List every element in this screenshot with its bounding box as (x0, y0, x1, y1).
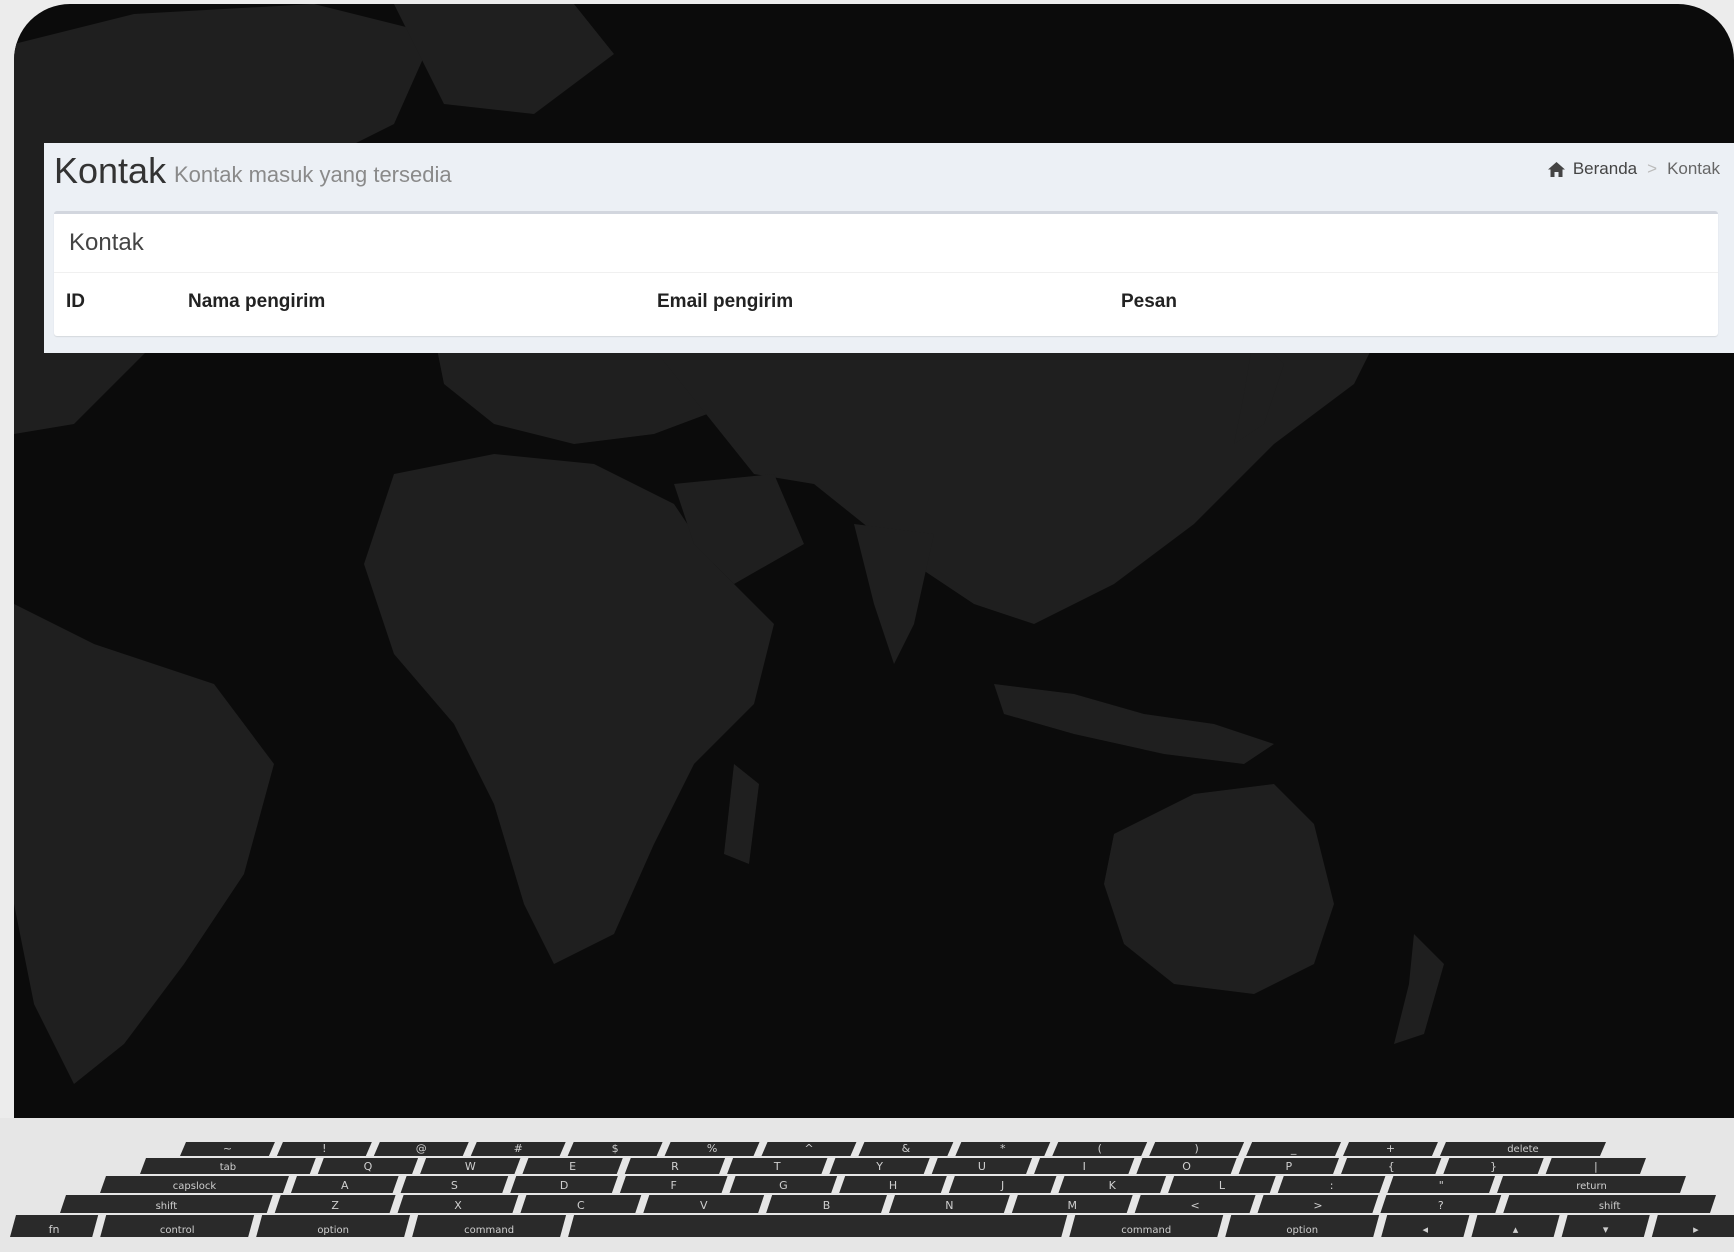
keyboard-key-label: J (1000, 1179, 1004, 1192)
keyboard-key-label: E (569, 1160, 576, 1173)
keyboard-key-label: M (1068, 1199, 1078, 1212)
keyboard-key-label: option (317, 1225, 349, 1236)
box-header: Kontak (54, 214, 1718, 273)
keyboard-key-label: * (1000, 1142, 1006, 1155)
breadcrumb: Beranda > Kontak (1547, 159, 1720, 179)
keyboard-key-label: B (823, 1199, 831, 1212)
map-greenland (394, 4, 614, 114)
keyboard-key-label: < (1191, 1199, 1200, 1212)
keyboard-key-label: W (465, 1160, 476, 1173)
contacts-table: ID Nama pengirim Email pengirim Pesan (54, 273, 1718, 331)
keyboard-key-label: A (341, 1179, 349, 1192)
keyboard-key-label: ▾ (1603, 1223, 1609, 1236)
keyboard-key-label: ◂ (1423, 1223, 1429, 1236)
keyboard-key-label: ▸ (1693, 1223, 1699, 1236)
keyboard-key-label: tab (220, 1162, 236, 1173)
keyboard-key-label: } (1490, 1160, 1497, 1173)
table-header-row: ID Nama pengirim Email pengirim Pesan (54, 273, 1718, 331)
keyboard-key-label: " (1439, 1179, 1444, 1192)
keyboard-key-label: delete (1507, 1144, 1539, 1155)
map-madagascar (724, 764, 759, 864)
keyboard-key-label: fn (49, 1223, 60, 1236)
keyboard-key (568, 1215, 1068, 1237)
keyboard-key-label: shift (1599, 1201, 1621, 1212)
keyboard: ~! @ # $% ^ & * () _ + delete tab Q W E R T Y U I O P {} | capsl… (10, 1142, 1734, 1237)
keyboard-key-label: Z (331, 1199, 339, 1212)
keyboard-key-label: command (464, 1225, 514, 1236)
box-title: Kontak (69, 229, 144, 256)
keyboard-key-label: ^ (804, 1142, 813, 1155)
home-icon (1547, 161, 1565, 177)
keyboard-key-label: capslock (173, 1181, 217, 1192)
keyboard-key-label: ( (1098, 1142, 1102, 1155)
column-header-sender-name[interactable]: Nama pengirim (176, 273, 645, 331)
keyboard-key-label: + (1386, 1142, 1395, 1155)
keyboard-key-label: R (671, 1160, 679, 1173)
contacts-box: Kontak ID Nama pengirim Email pengirim P… (54, 211, 1718, 336)
keyboard-key-label: Q (364, 1160, 373, 1173)
keyboard-key-label: F (671, 1179, 677, 1192)
keyboard-key-label: V (700, 1199, 708, 1212)
content-header: Kontak Kontak masuk yang tersedia Berand… (44, 143, 1734, 209)
keyboard-key-label: D (560, 1179, 568, 1192)
column-header-sender-email[interactable]: Email pengirim (645, 273, 1109, 331)
keyboard-key-label: X (454, 1199, 462, 1212)
keyboard-key-label: | (1594, 1160, 1598, 1173)
keyboard-key-label: ~ (223, 1142, 232, 1155)
keyboard-key-label: % (707, 1142, 717, 1155)
keyboard-key-label: $ (612, 1142, 619, 1155)
keyboard-key-label: I (1083, 1160, 1086, 1173)
keyboard-key-label: O (1182, 1160, 1191, 1173)
keyboard-key-label: H (889, 1179, 897, 1192)
keyboard-key-label: control (160, 1225, 195, 1236)
keyboard-key-label: option (1286, 1225, 1318, 1236)
keyboard-key-label: Y (875, 1160, 883, 1173)
laptop-screen: Kontak Kontak masuk yang tersedia Berand… (14, 4, 1734, 1120)
map-south-america (14, 604, 274, 1084)
keyboard-key-label: K (1109, 1179, 1117, 1192)
keyboard-key-label: # (514, 1142, 523, 1155)
keyboard-key-label: { (1388, 1160, 1395, 1173)
breadcrumb-home-label: Beranda (1572, 159, 1638, 178)
keyboard-key-label: G (779, 1179, 788, 1192)
map-indonesia (994, 684, 1274, 764)
keyboard-key-label: ! (322, 1142, 326, 1155)
keyboard-key-label: L (1219, 1179, 1226, 1192)
map-new-zealand (1394, 934, 1444, 1044)
column-header-id[interactable]: ID (54, 273, 176, 331)
column-header-message[interactable]: Pesan (1109, 273, 1718, 331)
page-subtitle: Kontak masuk yang tersedia (174, 162, 452, 187)
keyboard-key-label: _ (1290, 1142, 1297, 1155)
laptop-keyboard-deck: ~! @ # $% ^ & * () _ + delete tab Q W E R T Y U I O P {} | capsl… (0, 1118, 1734, 1252)
breadcrumb-home-link[interactable]: Beranda (1547, 159, 1638, 179)
keyboard-key-label: T (773, 1160, 781, 1173)
keyboard-key-label: U (978, 1160, 986, 1173)
keyboard-key-label: return (1576, 1181, 1607, 1192)
breadcrumb-separator: > (1647, 159, 1658, 178)
keyboard-key-label: S (451, 1179, 458, 1192)
keyboard-key-label: @ (416, 1142, 427, 1155)
admin-panel: Kontak Kontak masuk yang tersedia Berand… (44, 143, 1734, 353)
keyboard-key-label: ? (1438, 1199, 1444, 1212)
keyboard-key-label: ▴ (1513, 1223, 1519, 1236)
keyboard-key-label: > (1313, 1199, 1322, 1212)
breadcrumb-current: Kontak (1667, 159, 1720, 178)
map-india (854, 524, 934, 664)
keyboard-key-label: C (577, 1199, 585, 1212)
keyboard-key-label: ) (1195, 1142, 1199, 1155)
keyboard-key-label: : (1330, 1179, 1334, 1192)
map-australia (1104, 784, 1334, 994)
keyboard-key-label: shift (156, 1201, 178, 1212)
keyboard-key-label: N (945, 1199, 953, 1212)
keyboard-key-label: & (902, 1142, 911, 1155)
keyboard-key-label: command (1121, 1225, 1171, 1236)
keyboard-key-label: P (1286, 1160, 1293, 1173)
page-title: Kontak (54, 150, 167, 191)
